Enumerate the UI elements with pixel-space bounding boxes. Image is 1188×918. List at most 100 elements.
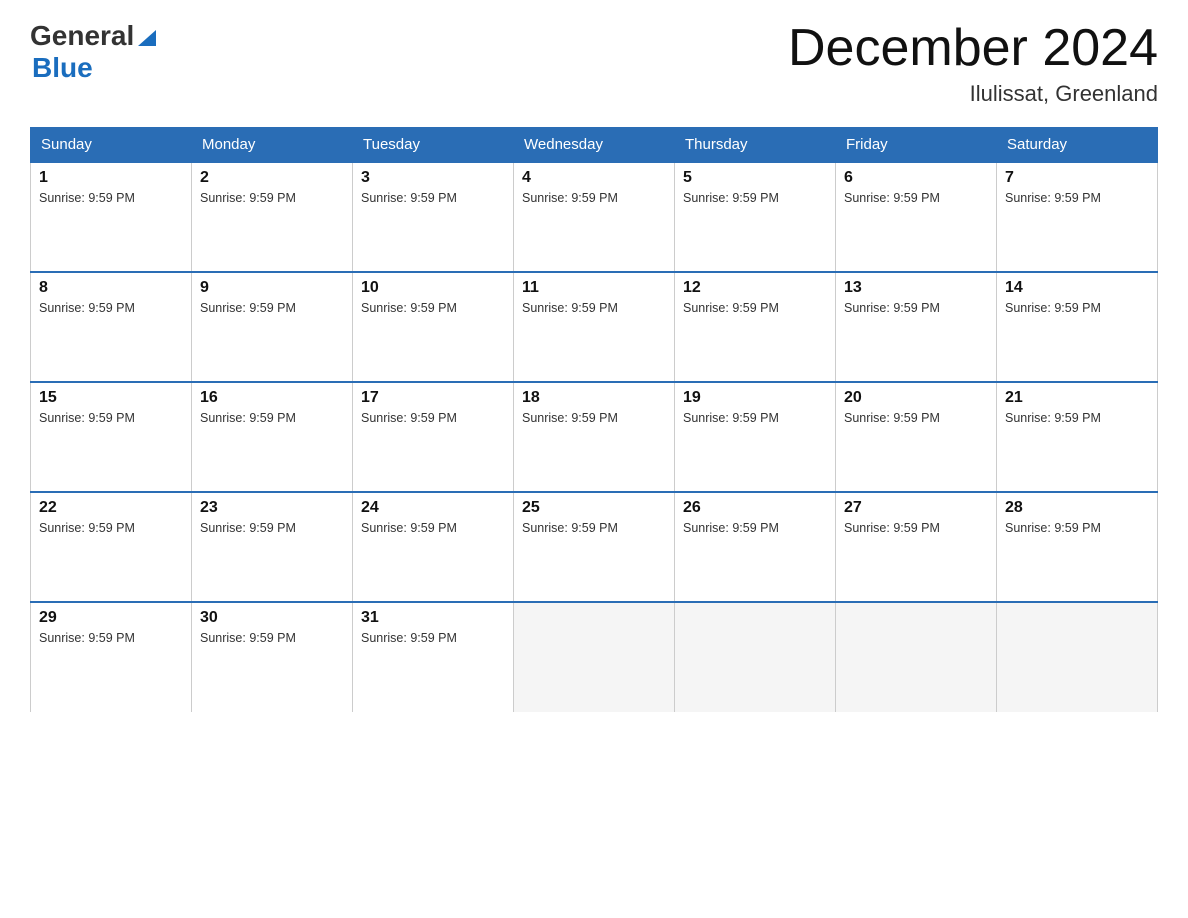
day-number: 16 [200,389,344,407]
day-cell: 6 Sunrise: 9:59 PM [836,162,997,272]
logo: General Blue [30,20,158,84]
day-sunrise-info: Sunrise: 9:59 PM [683,191,779,205]
day-number: 1 [39,169,183,187]
day-number: 3 [361,169,505,187]
month-year-title: December 2024 [788,20,1158,77]
logo-triangle-icon [136,26,158,48]
day-cell: 26 Sunrise: 9:59 PM [675,492,836,602]
day-cell: 9 Sunrise: 9:59 PM [192,272,353,382]
day-cell [675,602,836,712]
day-cell: 5Sunrise: 9:59 PM [675,162,836,272]
day-cell: 19 Sunrise: 9:59 PM [675,382,836,492]
logo-general: General [30,20,134,52]
day-number: 7 [1005,169,1149,187]
day-sunrise-info: Sunrise: 9:59 PM [200,631,296,645]
day-number: 4 [522,169,666,187]
day-cell: 25 Sunrise: 9:59 PM [514,492,675,602]
day-sunrise-info: Sunrise: 9:59 PM [200,521,296,535]
day-number: 24 [361,499,505,517]
calendar-title-area: December 2024 Ilulissat, Greenland [788,20,1158,107]
day-sunrise-info: Sunrise: 9:59 PM [39,631,135,645]
day-cell: 3 Sunrise: 9:59 PM [353,162,514,272]
day-number: 26 [683,499,827,517]
day-cell: 10 Sunrise: 9:59 PM [353,272,514,382]
day-cell: 22 Sunrise: 9:59 PM [31,492,192,602]
day-number: 9 [200,279,344,297]
day-number: 15 [39,389,183,407]
day-number: 13 [844,279,988,297]
day-number: 22 [39,499,183,517]
day-number: 30 [200,609,344,627]
header-tuesday: Tuesday [353,128,514,163]
week-row-5: 29 Sunrise: 9:59 PM 30 Sunrise: 9:59 PM 31 Su… [31,602,1158,712]
day-sunrise-info: Sunrise: 9:59 PM [844,301,940,315]
day-cell: 15 Sunrise: 9:59 PM [31,382,192,492]
day-number: 10 [361,279,505,297]
day-number: 31 [361,609,505,627]
day-cell [997,602,1158,712]
day-sunrise-info: Sunrise: 9:59 PM [683,301,779,315]
day-number: 8 [39,279,183,297]
day-number: 29 [39,609,183,627]
day-sunrise-info: Sunrise: 9:59 PM [522,411,618,425]
day-sunrise-info: Sunrise: 9:59 PM [39,521,135,535]
day-sunrise-info: Sunrise: 9:59 PM [361,191,457,205]
day-number: 27 [844,499,988,517]
day-sunrise-info: Sunrise: 9:59 PM [844,521,940,535]
day-cell: 8 Sunrise: 9:59 PM [31,272,192,382]
day-sunrise-info: Sunrise: 9:59 PM [1005,191,1101,205]
header-wednesday: Wednesday [514,128,675,163]
day-cell: 20 Sunrise: 9:59 PM [836,382,997,492]
page-header: General Blue December 2024 Ilulissat, Gr… [30,20,1158,107]
week-row-1: 1Sunrise: 9:59 PM2Sunrise: 9:59 PM3Sunri… [31,162,1158,272]
header-friday: Friday [836,128,997,163]
day-number: 21 [1005,389,1149,407]
day-sunrise-info: Sunrise: 9:59 PM [1005,521,1101,535]
day-cell: 13 Sunrise: 9:59 PM [836,272,997,382]
day-cell: 23 Sunrise: 9:59 PM [192,492,353,602]
day-sunrise-info: Sunrise: 9:59 PM [683,521,779,535]
day-sunrise-info: Sunrise: 9:59 PM [522,521,618,535]
day-cell: 29 Sunrise: 9:59 PM [31,602,192,712]
day-cell: 24Sunrise: 9:59 PM [353,492,514,602]
day-sunrise-info: Sunrise: 9:59 PM [522,191,618,205]
day-sunrise-info: Sunrise: 9:59 PM [844,411,940,425]
day-sunrise-info: Sunrise: 9:59 PM [39,191,135,205]
day-cell: 7 Sunrise: 9:59 PM [997,162,1158,272]
weekday-header-row: Sunday Monday Tuesday Wednesday Thursday… [31,128,1158,163]
day-cell: 21Sunrise: 9:59 PM [997,382,1158,492]
day-sunrise-info: Sunrise: 9:59 PM [844,191,940,205]
day-number: 11 [522,279,666,297]
day-cell: 31 Sunrise: 9:59 PM [353,602,514,712]
day-sunrise-info: Sunrise: 9:59 PM [39,411,135,425]
day-number: 17 [361,389,505,407]
day-sunrise-info: Sunrise: 9:59 PM [39,301,135,315]
day-number: 28 [1005,499,1149,517]
header-saturday: Saturday [997,128,1158,163]
day-cell: 1 Sunrise: 9:59 PM [31,162,192,272]
day-number: 6 [844,169,988,187]
day-cell: 28 Sunrise: 9:59 PM [997,492,1158,602]
day-cell [514,602,675,712]
day-cell: 4 Sunrise: 9:59 PM [514,162,675,272]
day-sunrise-info: Sunrise: 9:59 PM [361,301,457,315]
day-cell: 27 Sunrise: 9:59 PM [836,492,997,602]
day-sunrise-info: Sunrise: 9:59 PM [683,411,779,425]
day-number: 23 [200,499,344,517]
day-number: 18 [522,389,666,407]
week-row-2: 8 Sunrise: 9:59 PM 9 Sunrise: 9:59 PM 10 Sunr… [31,272,1158,382]
day-number: 14 [1005,279,1149,297]
day-cell: 16 Sunrise: 9:59 PM [192,382,353,492]
day-number: 19 [683,389,827,407]
day-cell [836,602,997,712]
day-sunrise-info: Sunrise: 9:59 PM [200,411,296,425]
day-sunrise-info: Sunrise: 9:59 PM [361,411,457,425]
day-sunrise-info: Sunrise: 9:59 PM [361,631,457,645]
day-number: 25 [522,499,666,517]
week-row-3: 15 Sunrise: 9:59 PM 16 Sunrise: 9:59 PM 17 Su… [31,382,1158,492]
day-sunrise-info: Sunrise: 9:59 PM [200,301,296,315]
header-monday: Monday [192,128,353,163]
day-number: 20 [844,389,988,407]
day-cell: 18 Sunrise: 9:59 PM [514,382,675,492]
header-thursday: Thursday [675,128,836,163]
